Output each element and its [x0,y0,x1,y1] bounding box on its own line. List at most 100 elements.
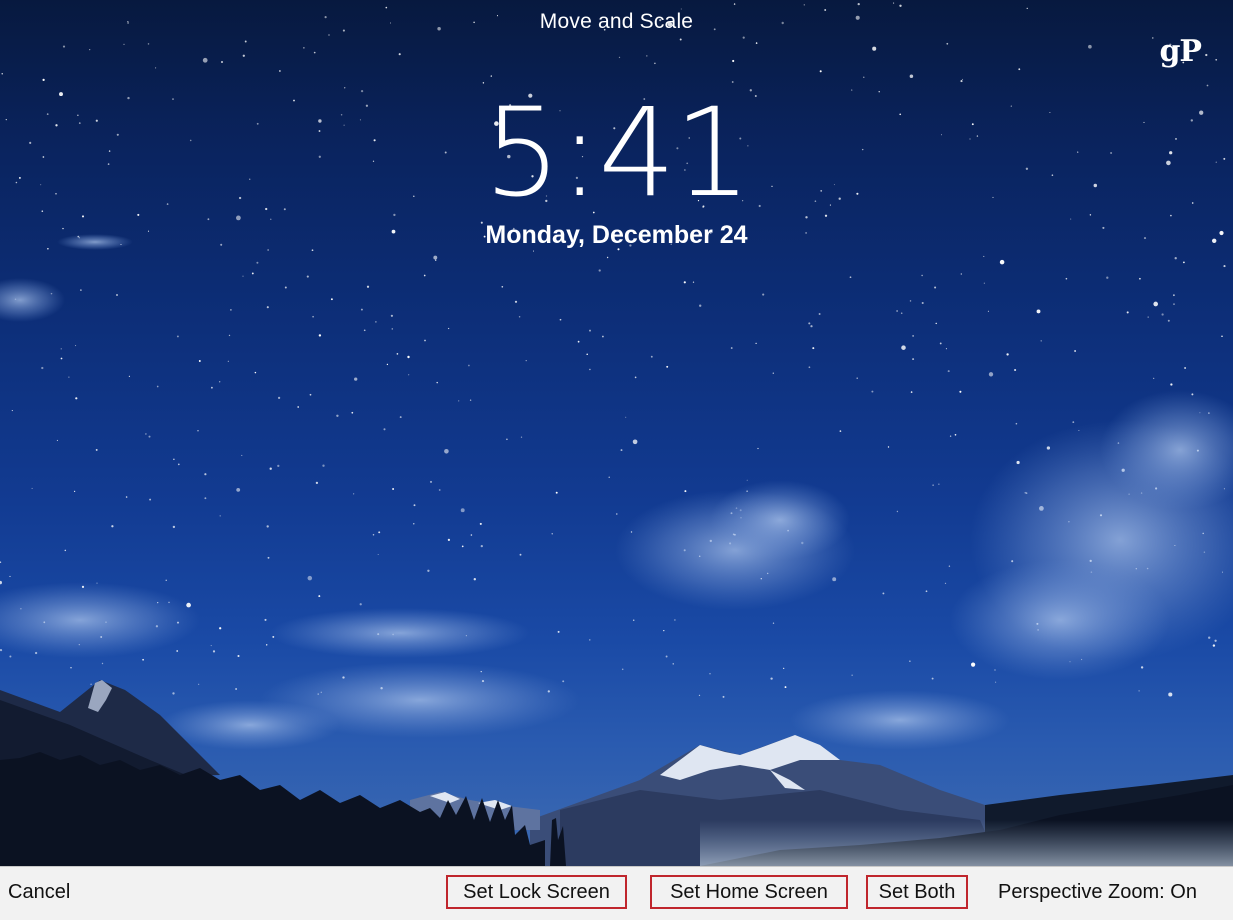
star [256,261,259,264]
star [435,259,437,261]
star [634,376,637,379]
star [1015,422,1018,425]
star [938,483,940,485]
star [202,57,208,63]
star [236,487,241,492]
star [683,281,686,284]
star [101,662,104,665]
star [60,357,63,360]
wallpaper-preview-screen: Move and Scale gP 5:41 Monday, December … [0,0,1233,920]
star [438,489,441,491]
star [470,534,473,536]
star [856,377,858,379]
star [277,464,280,468]
star [983,282,985,284]
star [551,533,553,535]
star [960,80,963,83]
star [803,4,805,6]
star [429,480,433,483]
cancel-button[interactable]: Cancel [8,875,70,909]
star [279,70,281,72]
star [378,531,381,534]
star [1140,666,1144,669]
star [228,334,231,337]
star [987,310,989,312]
star [730,347,733,349]
star [863,76,865,78]
star [1168,692,1173,697]
star [589,368,591,371]
star [934,286,937,289]
star [1072,421,1075,423]
star [849,276,852,279]
star [353,493,355,495]
star [896,510,899,513]
star [1138,690,1140,692]
star [999,259,1005,265]
star [269,467,272,470]
star [173,458,175,460]
star [770,677,773,680]
star [447,538,451,542]
star [757,447,759,450]
star [1170,383,1173,386]
star [125,496,128,498]
star [377,553,379,556]
star [722,695,725,698]
set-lock-screen-button[interactable]: Set Lock Screen [446,875,627,909]
star [479,522,482,525]
page-title: Move and Scale [539,10,694,33]
star [473,578,476,581]
star [360,308,363,311]
star [210,645,212,647]
star [608,476,610,478]
set-both-button[interactable]: Set Both [866,875,968,909]
star [80,289,82,291]
star [784,686,787,689]
star [176,650,179,652]
star [156,385,159,388]
star [912,335,914,337]
star [277,396,281,400]
star [893,2,895,4]
star [857,2,860,6]
star [375,321,377,323]
star [808,366,811,369]
star [960,273,962,275]
star [983,255,985,257]
star [887,446,890,448]
star [359,603,362,606]
star [330,298,333,301]
star [925,590,928,593]
star [557,630,560,633]
star [1147,316,1149,318]
star [490,75,492,77]
star [433,255,438,260]
star [297,406,300,408]
star [9,575,11,577]
star [11,410,13,412]
star [73,490,76,493]
star [733,3,736,5]
star [407,355,410,359]
star [64,549,67,552]
star [322,464,325,467]
watermark-logo: gP [1159,34,1202,69]
star [165,579,167,581]
star [1221,335,1223,338]
star [95,448,98,451]
star [42,78,45,82]
star [562,680,565,683]
star [413,504,416,507]
star [1161,313,1164,316]
star [307,575,313,581]
star [242,275,244,277]
star [1153,301,1159,307]
perspective-zoom-toggle[interactable]: Perspective Zoom: On [998,875,1197,909]
star [309,393,312,396]
star [995,681,997,683]
star [598,269,601,272]
set-home-screen-button[interactable]: Set Home Screen [650,875,848,909]
star [363,329,366,332]
star [390,314,394,317]
